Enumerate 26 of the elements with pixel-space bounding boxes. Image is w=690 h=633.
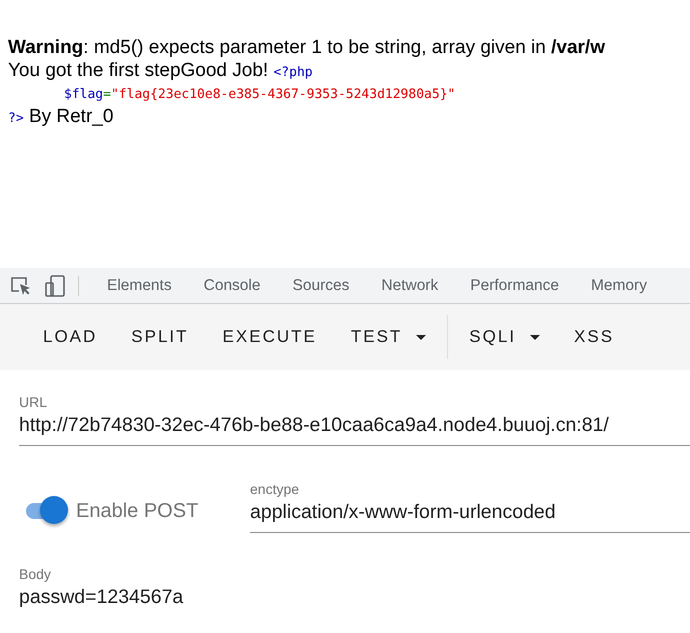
toolbar-button[interactable]: XSS: [557, 319, 632, 355]
devtools-tab[interactable]: Sources: [276, 276, 366, 294]
device-toolbar-icon[interactable]: [44, 274, 66, 296]
success-message: You got the first stepGood Job!: [8, 60, 268, 81]
caret-icon: [416, 334, 426, 340]
code-text: $flag="flag{23ec10e8-e385-4367-9353-5243d12980a5}": [63, 86, 456, 104]
toolbar-button[interactable]: EXECUTE: [206, 319, 334, 355]
code-text: <?php: [273, 65, 313, 80]
dropdown-button[interactable]: SQLI: [452, 319, 558, 355]
devtools-tab[interactable]: Network: [365, 276, 454, 294]
toolbar-button[interactable]: LOAD: [26, 319, 114, 355]
toolbar-button[interactable]: SPLIT: [114, 319, 206, 355]
devtools-tab[interactable]: Performance: [454, 276, 575, 294]
caret-icon: [530, 334, 540, 340]
author-text: By Retr_0: [28, 106, 114, 127]
devtools-tab[interactable]: Memory: [574, 276, 663, 294]
enctype-field[interactable]: enctype application/x-www-form-urlencoded: [250, 480, 690, 533]
warning-message: Warning: md5() expects parameter 1 to be string, array given in /var/w: [8, 37, 606, 59]
dropdown-button[interactable]: TEST: [334, 319, 444, 355]
devtools-tab[interactable]: Elements: [91, 276, 188, 294]
url-field[interactable]: URL http://72b74830-32ec-476b-be88-e10caa6ca9a4.node4.buuoj.cn:81/: [19, 393, 690, 446]
body-field[interactable]: Body passwd=1234567a: [19, 565, 690, 617]
toggle-label: Enable POST: [76, 500, 198, 522]
devtools-tab[interactable]: Console: [188, 276, 276, 294]
inspect-icon[interactable]: [10, 276, 32, 296]
code-text: ?>: [8, 111, 24, 126]
